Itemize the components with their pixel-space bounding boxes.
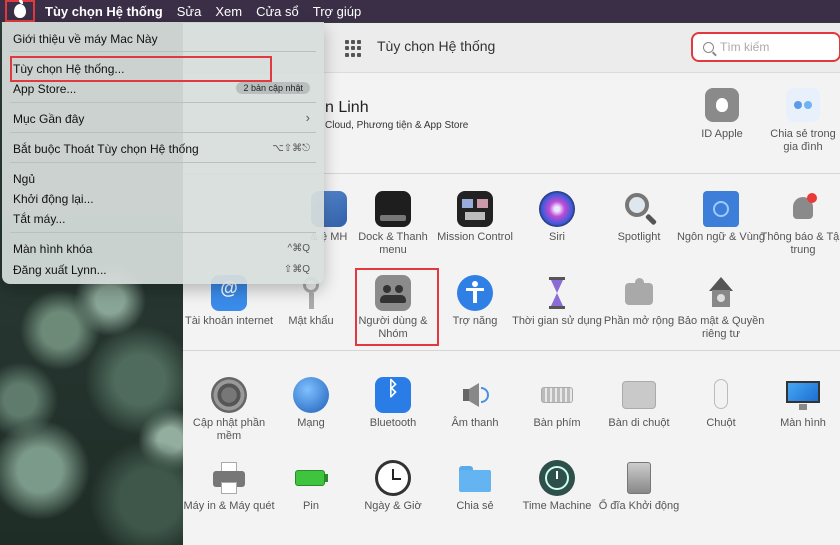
system-preferences-highlight: [10, 56, 272, 82]
pref-notifications[interactable]: Thông báo & Tập trung: [757, 191, 840, 257]
menu-item-logout[interactable]: Đăng xuất Lynn...: [13, 263, 107, 277]
chevron-right-icon: ›: [305, 110, 310, 125]
pref-displays[interactable]: Màn hình: [757, 377, 840, 430]
pref-date-time[interactable]: Ngày & Giờ: [347, 460, 439, 513]
gear-icon: [211, 377, 247, 413]
apple-menu-button[interactable]: [5, 0, 35, 22]
user-name: n Linh: [325, 99, 369, 116]
pref-apple-id[interactable]: ID Apple: [691, 88, 753, 141]
lock-screen-shortcut: ^⌘Q: [287, 243, 310, 254]
user-subtitle: Cloud, Phương tiện & App Store: [325, 120, 469, 131]
pref-bluetooth[interactable]: ᛒ Bluetooth: [347, 377, 439, 430]
time-machine-icon: [539, 460, 575, 496]
pref-mouse[interactable]: Chuột: [675, 377, 767, 430]
pref-sharing[interactable]: Chia sẻ: [429, 460, 521, 513]
menu-bar: Tùy chọn Hệ thống Sửa Xem Cửa sổ Trợ giú…: [0, 0, 840, 22]
pref-label: ID Apple: [701, 128, 743, 140]
dock-icon: [375, 191, 411, 227]
hourglass-icon: [539, 275, 575, 311]
menu-window[interactable]: Cửa sổ: [256, 4, 299, 19]
keyboard-icon: [539, 377, 575, 413]
pref-accessibility[interactable]: Trợ năng: [429, 275, 521, 328]
menu-help[interactable]: Trợ giúp: [313, 4, 362, 19]
menu-item-app-store[interactable]: App Store...: [13, 82, 76, 96]
menu-view[interactable]: Xem: [215, 4, 242, 19]
search-icon: [703, 41, 714, 53]
folder-icon: [457, 460, 493, 496]
pref-printers-scanners[interactable]: Máy in & Máy quét: [183, 460, 275, 513]
logout-shortcut: ⇧⌘Q: [283, 264, 310, 275]
menu-separator: [10, 162, 316, 163]
mouse-icon: [703, 377, 739, 413]
pref-software-update[interactable]: Cập nhật phần mềm: [183, 377, 275, 443]
puzzle-piece-icon: [621, 275, 657, 311]
apple-logo-icon: [14, 0, 26, 18]
family-sharing-icon: [786, 88, 820, 122]
pref-siri[interactable]: Siri: [511, 191, 603, 244]
pref-spotlight[interactable]: Spotlight: [593, 191, 685, 244]
apple-id-icon: [705, 88, 739, 122]
globe-icon: [293, 377, 329, 413]
printer-icon: [211, 460, 247, 496]
pref-startup-disk[interactable]: Ổ đĩa Khởi động: [593, 460, 685, 513]
house-lock-icon: [703, 275, 739, 311]
pref-mission-control[interactable]: Mission Control: [429, 191, 521, 244]
accessibility-icon: [457, 275, 493, 311]
bluetooth-icon: ᛒ: [375, 377, 411, 413]
pref-security-privacy[interactable]: Bảo mật & Quyền riêng tư: [675, 275, 767, 341]
menu-separator: [10, 232, 316, 233]
pref-family-sharing[interactable]: Chia sẻ trong gia đình: [763, 88, 840, 154]
battery-icon: [293, 460, 329, 496]
menu-item-recent-items[interactable]: Mục Gần đây: [13, 112, 84, 126]
menu-item-about-mac[interactable]: Giới thiệu về máy Mac Này: [13, 32, 158, 46]
pref-dock[interactable]: Dock & Thanh menu: [347, 191, 439, 257]
menu-app-name[interactable]: Tùy chọn Hệ thống: [45, 4, 163, 19]
menu-item-restart[interactable]: Khởi động lại...: [13, 192, 94, 206]
updates-badge: 2 bản cập nhật: [236, 82, 310, 94]
menu-separator: [10, 102, 316, 103]
menu-item-sleep[interactable]: Ngủ: [13, 172, 35, 186]
spotlight-icon: [621, 191, 658, 227]
show-all-grid-icon[interactable]: [345, 40, 362, 57]
menu-separator: [10, 132, 316, 133]
pref-battery[interactable]: Pin: [265, 460, 357, 513]
hard-disk-icon: [621, 460, 657, 496]
clock-icon: [375, 460, 411, 496]
pref-language-region[interactable]: Ngôn ngữ & Vùng: [675, 191, 767, 244]
pref-sound[interactable]: Âm thanh: [429, 377, 521, 430]
mission-control-icon: [457, 191, 493, 227]
pref-network[interactable]: Mạng: [265, 377, 357, 430]
pref-label: Chia sẻ trong gia đình: [770, 128, 836, 153]
menu-item-lock-screen[interactable]: Màn hình khóa: [13, 242, 92, 256]
users-groups-highlight: [355, 268, 439, 346]
pref-keyboard[interactable]: Bàn phím: [511, 377, 603, 430]
trackpad-icon: [621, 377, 657, 413]
menu-item-shutdown[interactable]: Tắt máy...: [13, 212, 65, 226]
siri-icon: [539, 191, 575, 227]
pref-time-machine[interactable]: Time Machine: [511, 460, 603, 513]
bell-icon: [785, 191, 821, 227]
menu-separator: [10, 51, 316, 52]
menu-item-force-quit[interactable]: Bắt buộc Thoát Tùy chọn Hệ thống: [13, 142, 199, 156]
pref-extensions[interactable]: Phần mở rộng: [593, 275, 685, 328]
search-field[interactable]: [691, 32, 840, 62]
pref-trackpad[interactable]: Bàn di chuột: [593, 377, 685, 430]
apple-menu-dropdown: Giới thiệu về máy Mac Này Tùy chọn Hệ th…: [2, 22, 324, 284]
window-title: Tùy chọn Hệ thống: [377, 38, 496, 54]
speaker-icon: [457, 377, 493, 413]
section-divider: [183, 350, 840, 351]
pref-screen-time[interactable]: Thời gian sử dụng: [511, 275, 603, 328]
search-input[interactable]: [720, 40, 830, 54]
monitor-icon: [785, 377, 821, 413]
flag-icon: [703, 191, 739, 227]
force-quit-shortcut: ⌥⇧⌘⎋: [272, 143, 310, 154]
menu-edit[interactable]: Sửa: [177, 4, 202, 19]
